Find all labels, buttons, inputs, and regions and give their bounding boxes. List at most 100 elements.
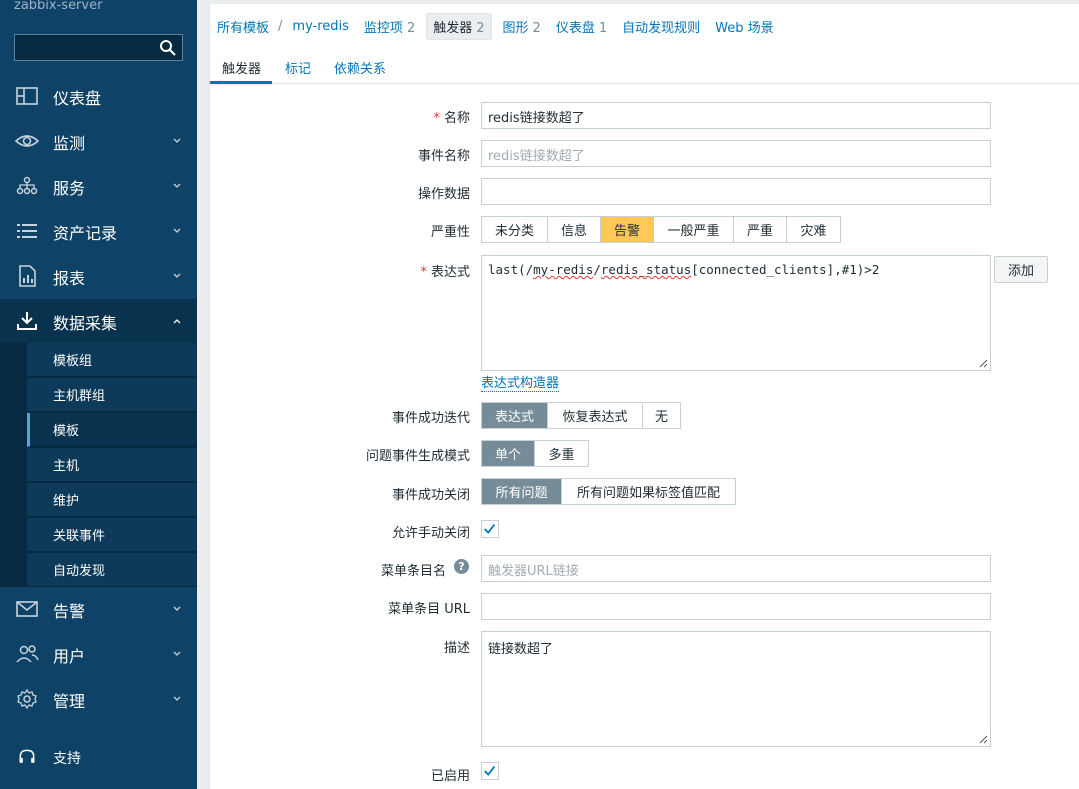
menu-label: 服务 bbox=[53, 178, 86, 198]
nav-web-scenarios[interactable]: Web 场景 bbox=[715, 17, 773, 36]
ok-gen-none[interactable]: 无 bbox=[643, 403, 680, 428]
expression-suffix: [connected_clients],#1)>2 bbox=[691, 262, 880, 277]
ok-gen-expression[interactable]: 表达式 bbox=[482, 403, 548, 428]
submenu-host-groups[interactable]: 主机群组 bbox=[27, 378, 197, 412]
severity-disaster[interactable]: 灾难 bbox=[787, 217, 840, 242]
menu-data-collection[interactable]: 数据采集 bbox=[0, 299, 197, 344]
form-tabs: 触发器 标记 依赖关系 bbox=[210, 52, 1079, 84]
url-input[interactable] bbox=[481, 593, 991, 620]
menu-label: 监测 bbox=[53, 133, 86, 153]
menu-support[interactable]: 支持 bbox=[0, 735, 197, 780]
tab-tags[interactable]: 标记 bbox=[285, 58, 311, 77]
add-expression-button[interactable]: 添加 bbox=[994, 256, 1048, 283]
ok-event-generation-selector: 表达式 恢复表达式 无 bbox=[481, 402, 681, 429]
menu-users[interactable]: 用户 bbox=[0, 632, 197, 677]
nav-graphs-label: 图形 bbox=[502, 20, 529, 36]
chevron-down-icon bbox=[173, 228, 181, 233]
resize-handle-icon[interactable] bbox=[978, 358, 988, 368]
expression-prefix: last(/ bbox=[488, 262, 534, 277]
submenu-discovery[interactable]: 自动发现 bbox=[27, 553, 197, 587]
report-icon bbox=[19, 265, 36, 287]
menu-label: 数据采集 bbox=[53, 313, 118, 333]
nav-items[interactable]: 监控项 2 bbox=[364, 17, 415, 36]
resize-handle-icon[interactable] bbox=[978, 734, 988, 744]
event-name-input[interactable]: redis链接数超了 bbox=[481, 140, 991, 167]
menu-services[interactable]: 服务 bbox=[0, 164, 197, 209]
menu-label: 资产记录 bbox=[53, 223, 118, 243]
nav-items-count: 2 bbox=[406, 20, 416, 36]
name-input[interactable]: redis链接数超了 bbox=[481, 102, 991, 129]
envelope-icon bbox=[16, 601, 38, 617]
app-logo: zabbix-server bbox=[14, 0, 103, 13]
menu-inventory[interactable]: 资产记录 bbox=[0, 209, 197, 254]
opdata-input[interactable] bbox=[481, 178, 991, 205]
users-icon bbox=[16, 645, 39, 663]
enabled-label: 已启用 bbox=[430, 769, 470, 784]
required-marker: * bbox=[420, 265, 427, 280]
menu-monitoring[interactable]: 监测 bbox=[0, 119, 197, 164]
ok-close-all[interactable]: 所有问题 bbox=[482, 479, 562, 504]
expression-host: my-redis bbox=[533, 262, 594, 277]
menu-reports[interactable]: 报表 bbox=[0, 254, 197, 299]
problem-mode-multiple[interactable]: 多重 bbox=[535, 441, 588, 466]
tab-trigger[interactable]: 触发器 bbox=[222, 58, 261, 77]
ok-close-tag-match[interactable]: 所有问题如果标签值匹配 bbox=[562, 479, 735, 504]
url-name-input[interactable]: 触发器URL链接 bbox=[481, 555, 991, 582]
ok-event-generation-label: 事件成功迭代 bbox=[391, 411, 470, 426]
download-icon bbox=[17, 312, 37, 330]
nav-all-templates[interactable]: 所有模板 bbox=[217, 17, 269, 36]
headset-icon bbox=[19, 749, 35, 763]
search-icon[interactable] bbox=[159, 39, 177, 57]
nav-triggers[interactable]: 触发器 2 bbox=[426, 12, 492, 40]
nav-dashboards[interactable]: 仪表盘 1 bbox=[556, 17, 607, 36]
active-tab-indicator bbox=[210, 81, 272, 84]
severity-information[interactable]: 信息 bbox=[548, 217, 601, 242]
gear-icon bbox=[17, 688, 37, 710]
event-name-label: 事件名称 bbox=[417, 149, 470, 164]
submenu-event-correlation[interactable]: 关联事件 bbox=[27, 518, 197, 552]
submenu-templates[interactable]: 模板 bbox=[27, 413, 197, 447]
description-textarea[interactable]: 链接数超了 bbox=[481, 631, 991, 747]
nav-discovery-rules[interactable]: 自动发现规则 bbox=[622, 17, 700, 36]
menu-label: 管理 bbox=[53, 691, 86, 711]
expression-textarea[interactable]: last(/my-redis/redis_status[connected_cl… bbox=[481, 255, 991, 371]
search-input[interactable] bbox=[14, 34, 183, 61]
services-icon bbox=[16, 176, 38, 195]
template-navigation: 所有模板 / my-redis 监控项 2 触发器 2 图形 2 仪表盘 1 自动发现规… bbox=[217, 12, 789, 40]
enabled-checkbox[interactable] bbox=[481, 762, 499, 780]
expression-key: redis_status bbox=[600, 262, 692, 277]
help-icon[interactable]: ? bbox=[454, 559, 469, 574]
submenu-hosts[interactable]: 主机 bbox=[27, 448, 197, 482]
menu-dashboards[interactable]: 仪表盘 bbox=[0, 74, 197, 119]
nav-triggers-label: 触发器 bbox=[433, 20, 473, 36]
nav-dashboards-label: 仪表盘 bbox=[555, 20, 595, 36]
problem-mode-selector: 单个 多重 bbox=[481, 440, 589, 467]
submenu-maintenance[interactable]: 维护 bbox=[27, 483, 197, 517]
nav-graphs[interactable]: 图形 2 bbox=[503, 17, 541, 36]
severity-high[interactable]: 严重 bbox=[734, 217, 787, 242]
problem-mode-single[interactable]: 单个 bbox=[482, 441, 535, 466]
breadcrumb-separator: / bbox=[278, 18, 283, 34]
manual-close-checkbox[interactable] bbox=[481, 520, 499, 538]
chevron-down-icon bbox=[173, 273, 181, 278]
menu-label: 支持 bbox=[53, 750, 81, 767]
ok-close-selector: 所有问题 所有问题如果标签值匹配 bbox=[481, 478, 736, 505]
expression-builder-link[interactable]: 表达式构造器 bbox=[481, 372, 560, 392]
severity-average[interactable]: 一般严重 bbox=[654, 217, 734, 242]
severity-warning[interactable]: 告警 bbox=[601, 217, 654, 242]
severity-not-classified[interactable]: 未分类 bbox=[482, 217, 548, 242]
ok-gen-recovery-expression[interactable]: 恢复表达式 bbox=[548, 403, 643, 428]
checkmark-icon bbox=[484, 524, 496, 534]
menu-alerts[interactable]: 告警 bbox=[0, 587, 197, 632]
menu-administration[interactable]: 管理 bbox=[0, 677, 197, 722]
chevron-down-icon bbox=[173, 696, 181, 701]
sidebar: zabbix-server 仪表盘 监测 服务 资产记录 报表 数据采集 模板组… bbox=[0, 0, 197, 789]
nav-template[interactable]: my-redis bbox=[292, 19, 349, 34]
main-content: 所有模板 / my-redis 监控项 2 触发器 2 图形 2 仪表盘 1 自动发现规… bbox=[209, 4, 1079, 789]
name-label-text: 名称 bbox=[443, 111, 470, 126]
submenu-template-groups[interactable]: 模板组 bbox=[27, 343, 197, 377]
menu-label: 用户 bbox=[53, 646, 86, 666]
severity-selector: 未分类 信息 告警 一般严重 严重 灾难 bbox=[481, 216, 841, 243]
tab-dependencies[interactable]: 依赖关系 bbox=[334, 58, 386, 77]
nav-triggers-count: 2 bbox=[476, 20, 485, 36]
